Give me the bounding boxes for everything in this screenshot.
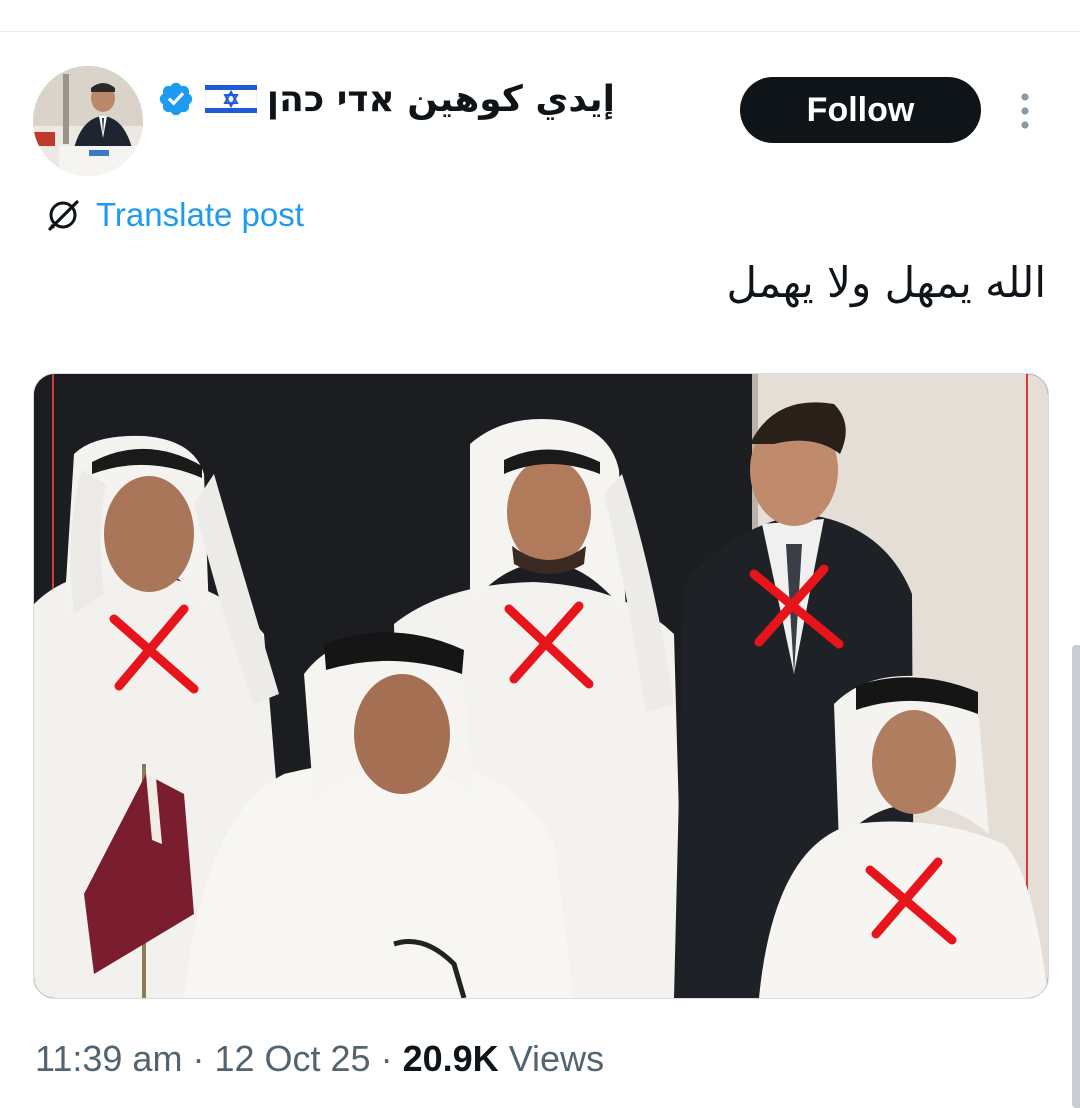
verified-badge-icon (159, 82, 192, 116)
meta-separator: · (192, 1038, 205, 1079)
meta-separator: · (380, 1038, 393, 1079)
views-count: 20.9K (402, 1038, 499, 1079)
avatar-image (33, 66, 143, 176)
post-time[interactable]: 11:39 am (35, 1038, 182, 1079)
scrollbar-thumb[interactable] (1072, 645, 1080, 1108)
translate-post-label: Translate post (96, 196, 304, 233)
author-avatar[interactable] (33, 66, 143, 176)
israel-flag-icon (204, 81, 257, 117)
views-label: Views (508, 1038, 605, 1079)
post-date[interactable]: 12 Oct 25 (214, 1038, 370, 1079)
post-text: الله يمهل ولا يهمل (726, 258, 1046, 307)
more-vertical-icon[interactable] (1016, 92, 1034, 130)
post-meta: 11:39 am · 12 Oct 25 · 20.9K Views (35, 1038, 604, 1080)
translate-icon (48, 200, 79, 231)
post-media-image[interactable] (33, 373, 1049, 999)
translate-post-link[interactable]: Translate post (44, 192, 304, 238)
top-divider (0, 31, 1080, 32)
photo-scene (34, 374, 1048, 998)
follow-button[interactable]: Follow (740, 77, 981, 143)
author-display-name[interactable]: إيدي كوهين אדי כהן (267, 79, 615, 120)
author-name-row: إيدي كوهين אדי כהן (157, 74, 615, 124)
